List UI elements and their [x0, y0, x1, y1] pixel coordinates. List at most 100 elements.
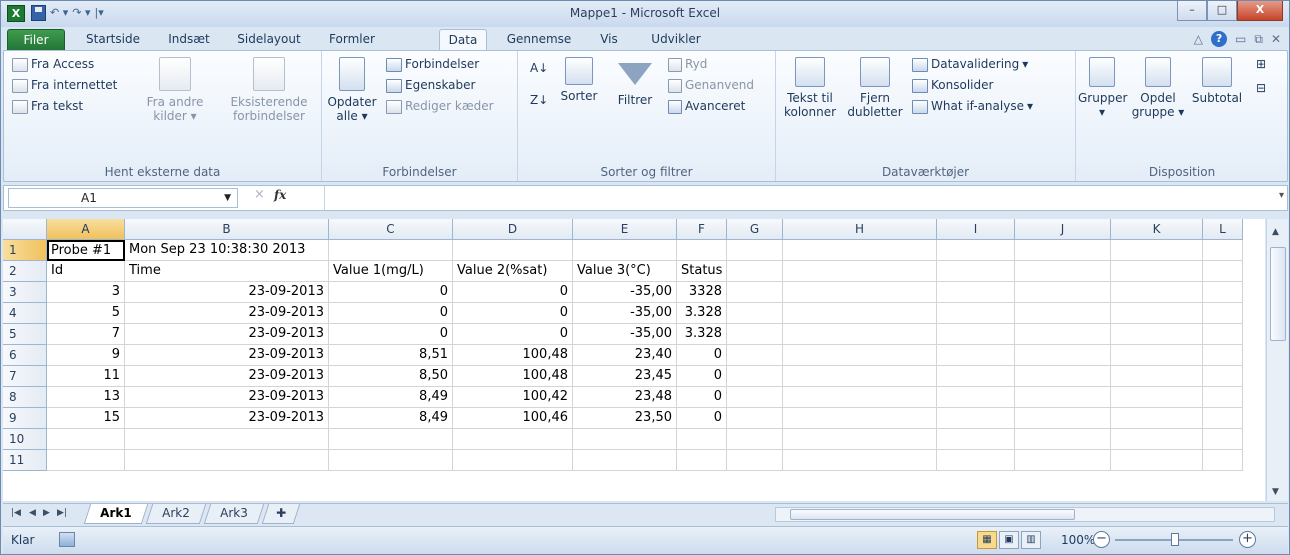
cell-G2[interactable]	[727, 261, 783, 282]
cell-J11[interactable]	[1015, 450, 1111, 471]
cell-L11[interactable]	[1203, 450, 1243, 471]
cell-H3[interactable]	[783, 282, 937, 303]
cell-F5[interactable]: 3.328	[677, 324, 727, 345]
cell-G4[interactable]	[727, 303, 783, 324]
cell-H1[interactable]	[783, 240, 937, 261]
cell-E4[interactable]: -35,00	[573, 303, 677, 324]
group-button[interactable]: Grupper ▾	[1078, 57, 1127, 119]
cell-L10[interactable]	[1203, 429, 1243, 450]
name-box[interactable]: A1 ▼	[8, 188, 238, 208]
column-header-F[interactable]: F	[677, 219, 727, 240]
cell-D2[interactable]: Value 2(%sat)	[453, 261, 573, 282]
cell-A3[interactable]: 3	[47, 282, 125, 303]
cell-I4[interactable]	[937, 303, 1015, 324]
cell-G10[interactable]	[727, 429, 783, 450]
row-header-3[interactable]: 3	[3, 282, 47, 303]
cell-F1[interactable]	[677, 240, 727, 261]
cell-J9[interactable]	[1015, 408, 1111, 429]
cell-D8[interactable]: 100,42	[453, 387, 573, 408]
tab-view[interactable]: Vis	[589, 29, 629, 51]
chevron-down-icon[interactable]: ▼	[224, 189, 231, 207]
cell-E10[interactable]	[573, 429, 677, 450]
edit-links-button[interactable]: Rediger kæder	[386, 99, 494, 114]
tab-insert[interactable]: Indsæt	[153, 29, 225, 51]
cell-L2[interactable]	[1203, 261, 1243, 282]
cell-D5[interactable]: 0	[453, 324, 573, 345]
scroll-up-icon[interactable]: ▲	[1272, 227, 1279, 237]
text-to-columns-button[interactable]: Tekst til kolonner	[780, 57, 840, 119]
macro-record-icon[interactable]	[59, 532, 75, 547]
last-sheet-icon[interactable]: ▶|	[57, 508, 67, 518]
cell-J6[interactable]	[1015, 345, 1111, 366]
cell-E11[interactable]	[573, 450, 677, 471]
cell-L7[interactable]	[1203, 366, 1243, 387]
existing-connections-button[interactable]: Eksisterende forbindelser	[224, 57, 314, 123]
row-header-4[interactable]: 4	[3, 303, 47, 324]
advanced-filter-button[interactable]: Avanceret	[668, 99, 745, 114]
minimize-ribbon-icon[interactable]: △	[1194, 32, 1203, 46]
cell-A2[interactable]: Id	[47, 261, 125, 282]
consolidate-button[interactable]: Konsolider	[912, 78, 993, 93]
scroll-down-icon[interactable]: ▼	[1272, 487, 1279, 497]
row-header-9[interactable]: 9	[3, 408, 47, 429]
sort-ascending-button[interactable]: A↓	[530, 61, 548, 76]
cell-K1[interactable]	[1111, 240, 1203, 261]
cell-B5[interactable]: 23-09-2013	[125, 324, 329, 345]
column-header-C[interactable]: C	[329, 219, 453, 240]
cell-E1[interactable]	[573, 240, 677, 261]
cell-B6[interactable]: 23-09-2013	[125, 345, 329, 366]
row-header-5[interactable]: 5	[3, 324, 47, 345]
cell-L9[interactable]	[1203, 408, 1243, 429]
cell-F11[interactable]	[677, 450, 727, 471]
tab-file[interactable]: Filer	[7, 29, 65, 51]
cell-G11[interactable]	[727, 450, 783, 471]
cell-E2[interactable]: Value 3(°C)	[573, 261, 677, 282]
from-access-button[interactable]: Fra Access	[12, 57, 94, 72]
cell-F3[interactable]: 3328	[677, 282, 727, 303]
cell-A4[interactable]: 5	[47, 303, 125, 324]
column-header-J[interactable]: J	[1015, 219, 1111, 240]
cell-G7[interactable]	[727, 366, 783, 387]
data-validation-button[interactable]: Datavalidering ▾	[912, 57, 1028, 72]
cell-I9[interactable]	[937, 408, 1015, 429]
connections-button[interactable]: Forbindelser	[386, 57, 479, 72]
cell-F2[interactable]: Status	[677, 261, 727, 282]
sheet-tab-ark3[interactable]: Ark3	[203, 504, 264, 524]
cell-I11[interactable]	[937, 450, 1015, 471]
cell-K5[interactable]	[1111, 324, 1203, 345]
cell-A8[interactable]: 13	[47, 387, 125, 408]
cell-H7[interactable]	[783, 366, 937, 387]
cell-K4[interactable]	[1111, 303, 1203, 324]
tab-formulas[interactable]: Formler	[317, 29, 387, 51]
tab-review[interactable]: Gennemse	[499, 29, 579, 51]
prev-sheet-icon[interactable]: ◀	[29, 508, 36, 518]
formula-input[interactable]	[324, 186, 1269, 210]
cell-H8[interactable]	[783, 387, 937, 408]
zoom-level[interactable]: 100%	[1061, 533, 1095, 547]
cell-I3[interactable]	[937, 282, 1015, 303]
cell-D11[interactable]	[453, 450, 573, 471]
cell-L3[interactable]	[1203, 282, 1243, 303]
cell-I5[interactable]	[937, 324, 1015, 345]
cell-F10[interactable]	[677, 429, 727, 450]
cell-C10[interactable]	[329, 429, 453, 450]
row-header-11[interactable]: 11	[3, 450, 47, 471]
cell-I1[interactable]	[937, 240, 1015, 261]
cell-K7[interactable]	[1111, 366, 1203, 387]
cell-L6[interactable]	[1203, 345, 1243, 366]
cell-B8[interactable]: 23-09-2013	[125, 387, 329, 408]
cell-A6[interactable]: 9	[47, 345, 125, 366]
zoom-out-button[interactable]: −	[1093, 531, 1110, 548]
cell-B1[interactable]: Mon Sep 23 10:38:30 2013	[125, 240, 329, 261]
cell-K11[interactable]	[1111, 450, 1203, 471]
cell-D3[interactable]: 0	[453, 282, 573, 303]
maximize-button[interactable]: □	[1207, 1, 1237, 21]
cell-J2[interactable]	[1015, 261, 1111, 282]
cell-A10[interactable]	[47, 429, 125, 450]
properties-button[interactable]: Egenskaber	[386, 78, 475, 93]
hide-detail-button[interactable]: ⊟	[1256, 81, 1266, 96]
column-header-G[interactable]: G	[727, 219, 783, 240]
column-header-E[interactable]: E	[573, 219, 677, 240]
cell-L5[interactable]	[1203, 324, 1243, 345]
cell-E3[interactable]: -35,00	[573, 282, 677, 303]
